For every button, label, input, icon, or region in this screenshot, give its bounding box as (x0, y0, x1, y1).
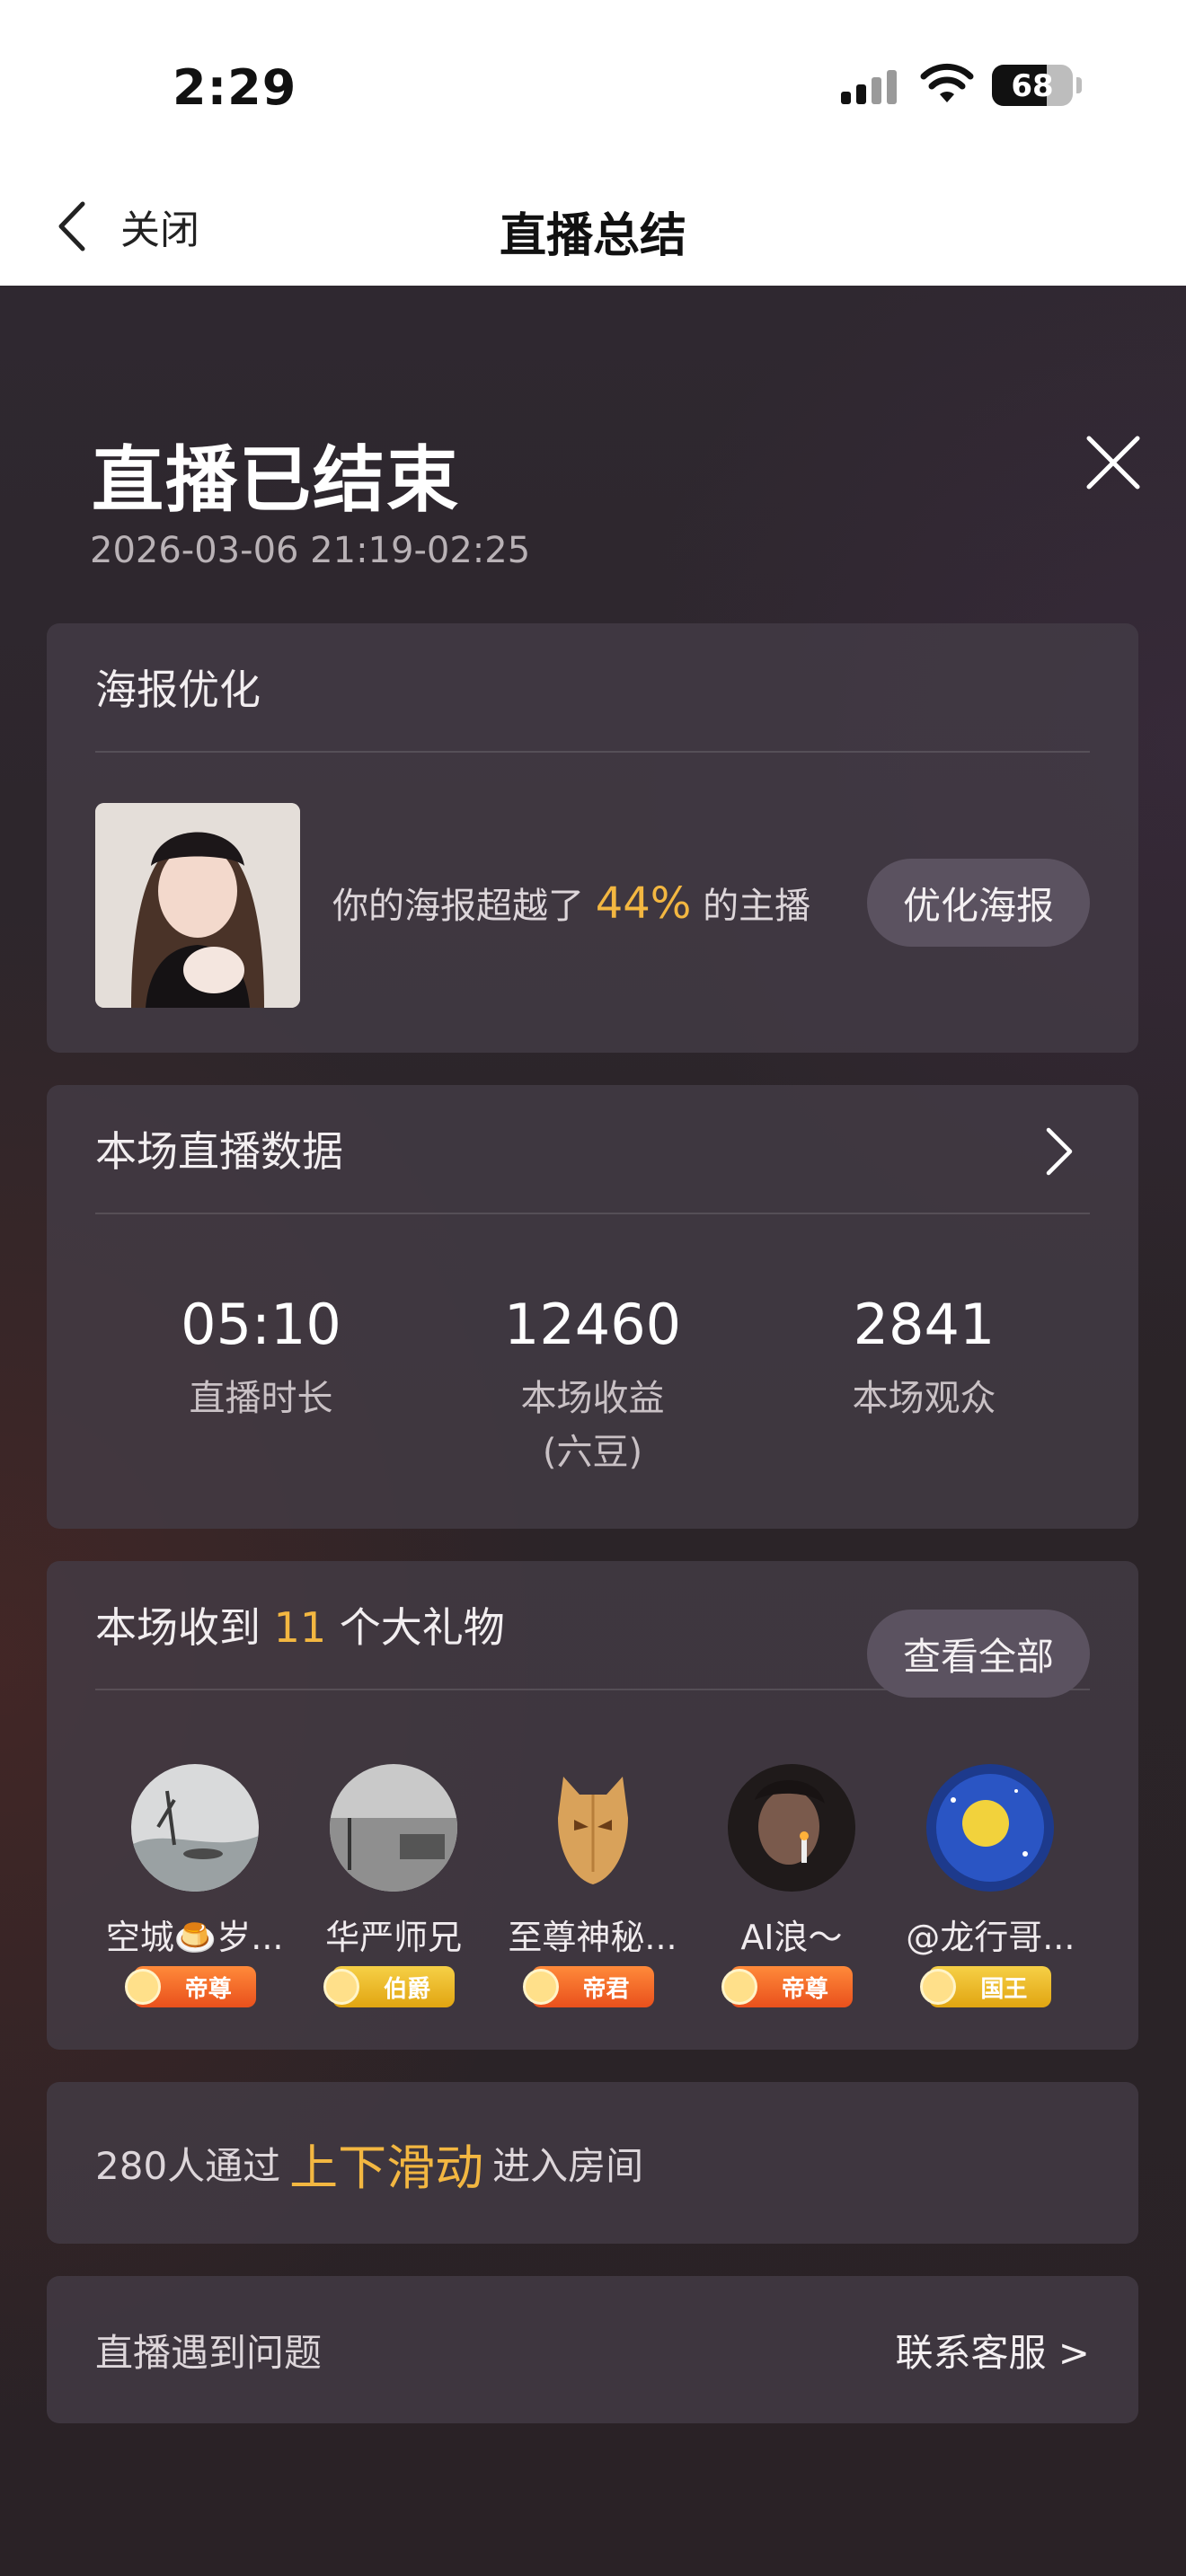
live-data-card: 本场直播数据 05:10 直播时长 12460 本场收益 (六豆) 2841 本… (47, 1085, 1138, 1529)
gift-givers-list: 空城🍮岁... 帝尊 华严师兄 伯爵 至尊神秘... 帝君 AI浪～ 帝尊 @龙… (95, 1764, 1090, 2007)
avatar (529, 1764, 657, 1892)
poster-portrait-image (95, 803, 300, 1008)
gift-giver[interactable]: 空城🍮岁... 帝尊 (95, 1764, 294, 2007)
poster-text-before: 你的海报超越了 (332, 886, 584, 927)
badge-label: 伯爵 (384, 1975, 431, 2003)
close-icon[interactable] (1082, 431, 1145, 494)
top-bar: 2:29 68 关闭 直播总结 (0, 0, 1186, 286)
gifts-heading: 本场收到 11 个大礼物 (95, 1595, 505, 1654)
rank-badge: 帝尊 (721, 1966, 853, 2007)
avatar (330, 1764, 458, 1892)
stat-label: 本场观众 (852, 1378, 996, 1419)
avatar (727, 1764, 855, 1892)
poster-card: 海报优化 你的海报超越了 44% 的主播 优化海报 (47, 623, 1138, 1053)
gift-giver[interactable]: AI浪～ 帝尊 (692, 1764, 890, 2007)
rank-badge: 国王 (920, 1966, 1052, 2007)
giver-name: 空城🍮岁... (105, 1918, 284, 1957)
swipe-entry-card: 280人通过 上下滑动 进入房间 (47, 2082, 1138, 2244)
giver-name: 至尊神秘... (508, 1918, 677, 1957)
swipe-highlight: 上下滑动 (289, 2139, 484, 2196)
rank-badge: 伯爵 (323, 1966, 456, 2007)
view-all-button[interactable]: 查看全部 (867, 1610, 1090, 1698)
swipe-entry-text: 280人通过 上下滑动 进入房间 (95, 2082, 643, 2244)
avatar (130, 1764, 259, 1892)
poster-thumbnail[interactable] (95, 803, 300, 1008)
badge-label: 帝尊 (781, 1975, 828, 2003)
giver-name: @龙行哥... (906, 1918, 1075, 1957)
stats-row: 05:10 直播时长 12460 本场收益 (六豆) 2841 本场观众 (95, 1292, 1090, 1479)
stat-viewers: 2841 本场观众 (758, 1292, 1090, 1479)
chevron-right-icon[interactable] (1043, 1126, 1075, 1177)
live-time-range: 2026-03-06 21:19-02:25 (90, 530, 531, 571)
badge-emblem-icon (920, 1969, 957, 2005)
cellular-signal-icon (841, 70, 898, 104)
avatar (926, 1764, 1055, 1892)
poster-rank-text: 你的海报超越了 44% 的主播 (332, 877, 810, 929)
help-card: 直播遇到问题 联系客服 > (47, 2276, 1138, 2423)
rank-badge: 帝君 (522, 1966, 654, 2007)
stat-label: 直播时长 (189, 1378, 333, 1419)
live-ended-title: 直播已结束 (92, 438, 460, 522)
battery-cap (1076, 77, 1082, 93)
gift-giver[interactable]: 华严师兄 伯爵 (294, 1764, 492, 2007)
gifts-heading-after: 个大礼物 (339, 1603, 505, 1652)
live-data-heading: 本场直播数据 (95, 1127, 343, 1176)
rank-badge: 帝尊 (124, 1966, 256, 2007)
wifi-icon (920, 63, 974, 102)
gifts-count: 11 (273, 1603, 327, 1652)
stat-value: 05:10 (181, 1292, 341, 1357)
poster-card-header: 海报优化 (95, 623, 1090, 753)
badge-label: 帝尊 (184, 1975, 232, 2003)
stat-earnings: 12460 本场收益 (六豆) (427, 1292, 758, 1479)
giver-name: 华严师兄 (325, 1918, 463, 1957)
stat-label: 本场收益 (六豆) (520, 1378, 665, 1473)
battery-percent: 68 (1011, 68, 1054, 104)
gift-giver[interactable]: 至尊神秘... 帝君 (493, 1764, 692, 2007)
poster-text-after: 的主播 (703, 886, 811, 927)
swipe-before: 280人通过 (95, 2143, 281, 2188)
live-data-header[interactable]: 本场直播数据 (95, 1085, 1090, 1214)
status-time: 2:29 (173, 59, 297, 116)
gifts-card: 本场收到 11 个大礼物 查看全部 空城🍮岁... 帝尊 华严师兄 伯爵 至尊神… (47, 1561, 1138, 2050)
stat-value: 12460 (503, 1292, 682, 1357)
badge-emblem-icon (522, 1969, 559, 2005)
stat-value: 2841 (853, 1292, 996, 1357)
badge-label: 帝君 (582, 1975, 630, 2003)
badge-emblem-icon (323, 1969, 360, 2005)
badge-label: 国王 (980, 1975, 1028, 2003)
gift-giver[interactable]: @龙行哥... 国王 (891, 1764, 1090, 2007)
contact-support-link[interactable]: 联系客服 > (895, 2276, 1090, 2423)
poster-heading: 海报优化 (95, 666, 261, 714)
badge-emblem-icon (721, 1969, 757, 2005)
help-label: 直播遇到问题 (95, 2330, 323, 2375)
battery-indicator: 68 (992, 65, 1073, 106)
swipe-after: 进入房间 (492, 2143, 644, 2188)
poster-percent: 44% (595, 878, 692, 929)
optimize-poster-button[interactable]: 优化海报 (867, 859, 1090, 947)
giver-name: AI浪～ (740, 1918, 843, 1957)
page-title: 直播总结 (499, 209, 686, 263)
stat-duration: 05:10 直播时长 (95, 1292, 427, 1479)
badge-emblem-icon (124, 1969, 161, 2005)
gifts-heading-before: 本场收到 (95, 1603, 261, 1652)
